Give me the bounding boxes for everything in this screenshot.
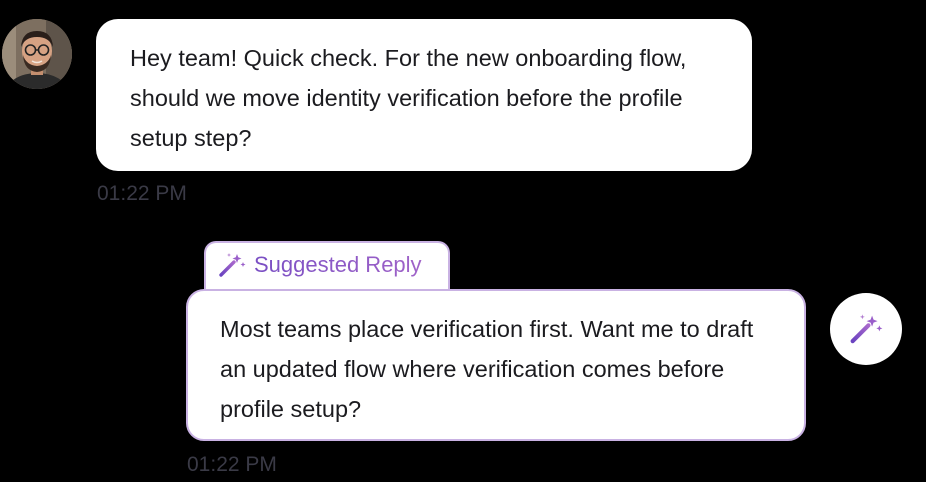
suggested-reply-bubble[interactable]: Most teams place verification first. Wan… xyxy=(186,289,806,441)
incoming-message-text: Hey team! Quick check. For the new onboa… xyxy=(130,45,687,151)
suggested-reply-time: 01:22 PM xyxy=(187,453,277,476)
user-avatar-image xyxy=(2,19,72,89)
magic-wand-icon xyxy=(850,314,883,344)
suggested-reply-label: Suggested Reply xyxy=(254,252,422,277)
avatar[interactable] xyxy=(2,19,72,89)
incoming-message-time: 01:22 PM xyxy=(97,182,187,205)
suggested-reply-text: Most teams place verification first. Wan… xyxy=(220,316,754,422)
magic-wand-icon xyxy=(219,253,246,277)
magic-wand-button[interactable] xyxy=(830,293,902,365)
incoming-message-bubble: Hey team! Quick check. For the new onboa… xyxy=(96,19,752,171)
suggested-reply-tab: Suggested Reply xyxy=(204,241,450,293)
